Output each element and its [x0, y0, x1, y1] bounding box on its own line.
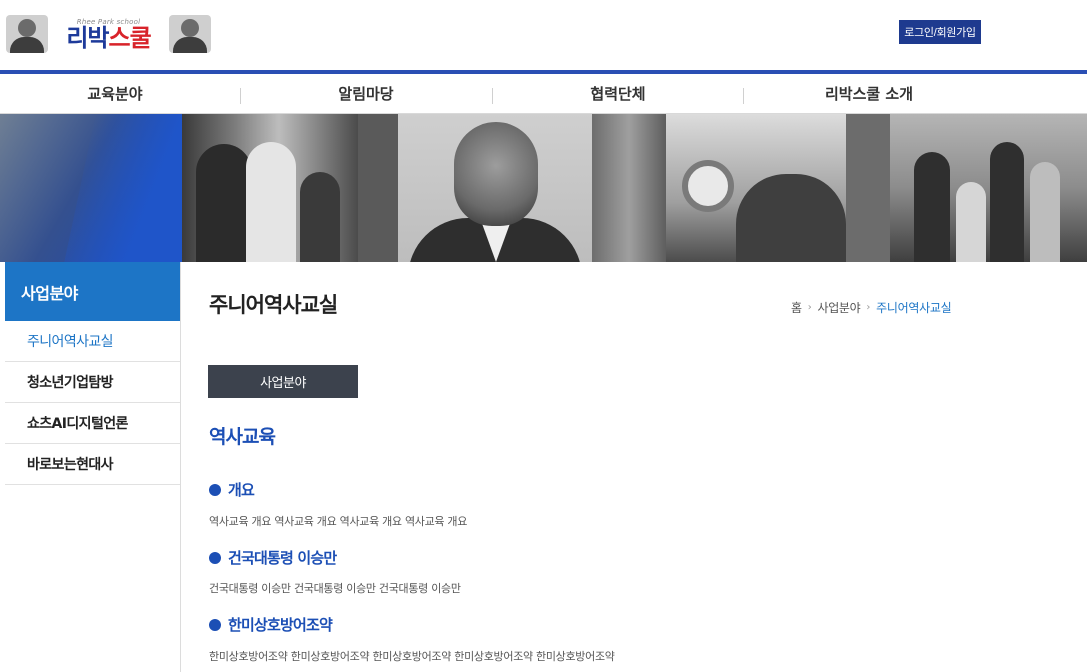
sidebar: 사업분야 주니어역사교실 청소년기업탐방 쇼츠AI디지털언론 바로보는현대사 [5, 262, 181, 672]
nav-divider [492, 88, 493, 104]
subsection-heading-text: 건국대통령 이승만 [228, 549, 337, 567]
banner-photo-gap-3 [846, 114, 890, 262]
subsection-heading-treaty: 한미상호방어조약 [209, 614, 333, 635]
nav-item-partners[interactable]: 협력단체 [503, 74, 733, 113]
banner-photo-gap-2 [592, 114, 666, 262]
breadcrumb-business[interactable]: 사업분야 [817, 299, 860, 316]
subsection-text-treaty: 한미상호방어조약 한미상호방어조약 한미상호방어조약 한미상호방어조약 한미상호… [209, 650, 615, 663]
sidebar-item-shorts-ai-media[interactable]: 쇼츠AI디지털언론 [5, 403, 180, 444]
logo-portrait-left [6, 15, 48, 53]
chevron-right-icon: › [807, 302, 812, 313]
subsection-heading-overview: 개요 [209, 479, 255, 500]
nav-divider [743, 88, 744, 104]
breadcrumb: 홈 › 사업분야 › 주니어역사교실 [791, 299, 952, 316]
chevron-right-icon: › [866, 302, 871, 313]
bullet-dot-icon [209, 483, 221, 496]
subsection-heading-text: 한미상호방어조약 [228, 616, 333, 634]
subsection-text-president: 건국대통령 이승만 건국대통령 이승만 건국대통령 이승만 [209, 582, 461, 595]
site-header: Rhee Park school 리박스쿨 로그인/회원가입 [0, 0, 1087, 70]
nav-item-notice[interactable]: 알림마당 [251, 74, 481, 113]
sidebar-item-junior-history[interactable]: 주니어역사교실 [5, 321, 180, 362]
site-logo[interactable]: Rhee Park school 리박스쿨 [6, 14, 211, 54]
banner-photo-portrait [398, 114, 592, 262]
hero-banner [0, 114, 1087, 262]
bullet-dot-icon [209, 618, 221, 631]
banner-photo-1 [182, 114, 358, 262]
logo-text: 리박스쿨 [66, 24, 152, 52]
nav-item-education[interactable]: 교육분야 [0, 74, 230, 113]
sidebar-item-modern-history[interactable]: 바로보는현대사 [5, 444, 180, 485]
bullet-dot-icon [209, 551, 221, 564]
banner-photo-4 [890, 114, 1087, 262]
logo-text-part2: 스쿨 [108, 24, 152, 52]
breadcrumb-current[interactable]: 주니어역사교실 [876, 299, 951, 316]
banner-photo-gap-1 [358, 114, 398, 262]
nav-divider [240, 88, 241, 104]
logo-portrait-right [169, 15, 211, 53]
logo-wordmark: Rhee Park school 리박스쿨 [48, 18, 169, 50]
subsection-heading-text: 개요 [228, 481, 255, 499]
subsection-text-overview: 역사교육 개요 역사교육 개요 역사교육 개요 역사교육 개요 [209, 515, 468, 528]
login-signup-button[interactable]: 로그인/회원가입 [899, 20, 981, 44]
banner-blue-panel [0, 114, 182, 262]
section-title: 역사교육 [209, 426, 276, 448]
tab-business-area[interactable]: 사업분야 [208, 365, 358, 398]
page-title: 주니어역사교실 [209, 293, 338, 317]
banner-photo-3 [666, 114, 846, 262]
breadcrumb-home[interactable]: 홈 [791, 299, 802, 316]
sidebar-item-youth-company-tour[interactable]: 청소년기업탐방 [5, 362, 180, 403]
subsection-heading-president: 건국대통령 이승만 [209, 547, 337, 568]
logo-text-part1: 리박 [66, 24, 109, 52]
nav-item-about[interactable]: 리박스쿨 소개 [754, 74, 984, 113]
sidebar-title: 사업분야 [5, 262, 180, 321]
main-nav: 교육분야 알림마당 협력단체 리박스쿨 소개 [0, 70, 1087, 114]
